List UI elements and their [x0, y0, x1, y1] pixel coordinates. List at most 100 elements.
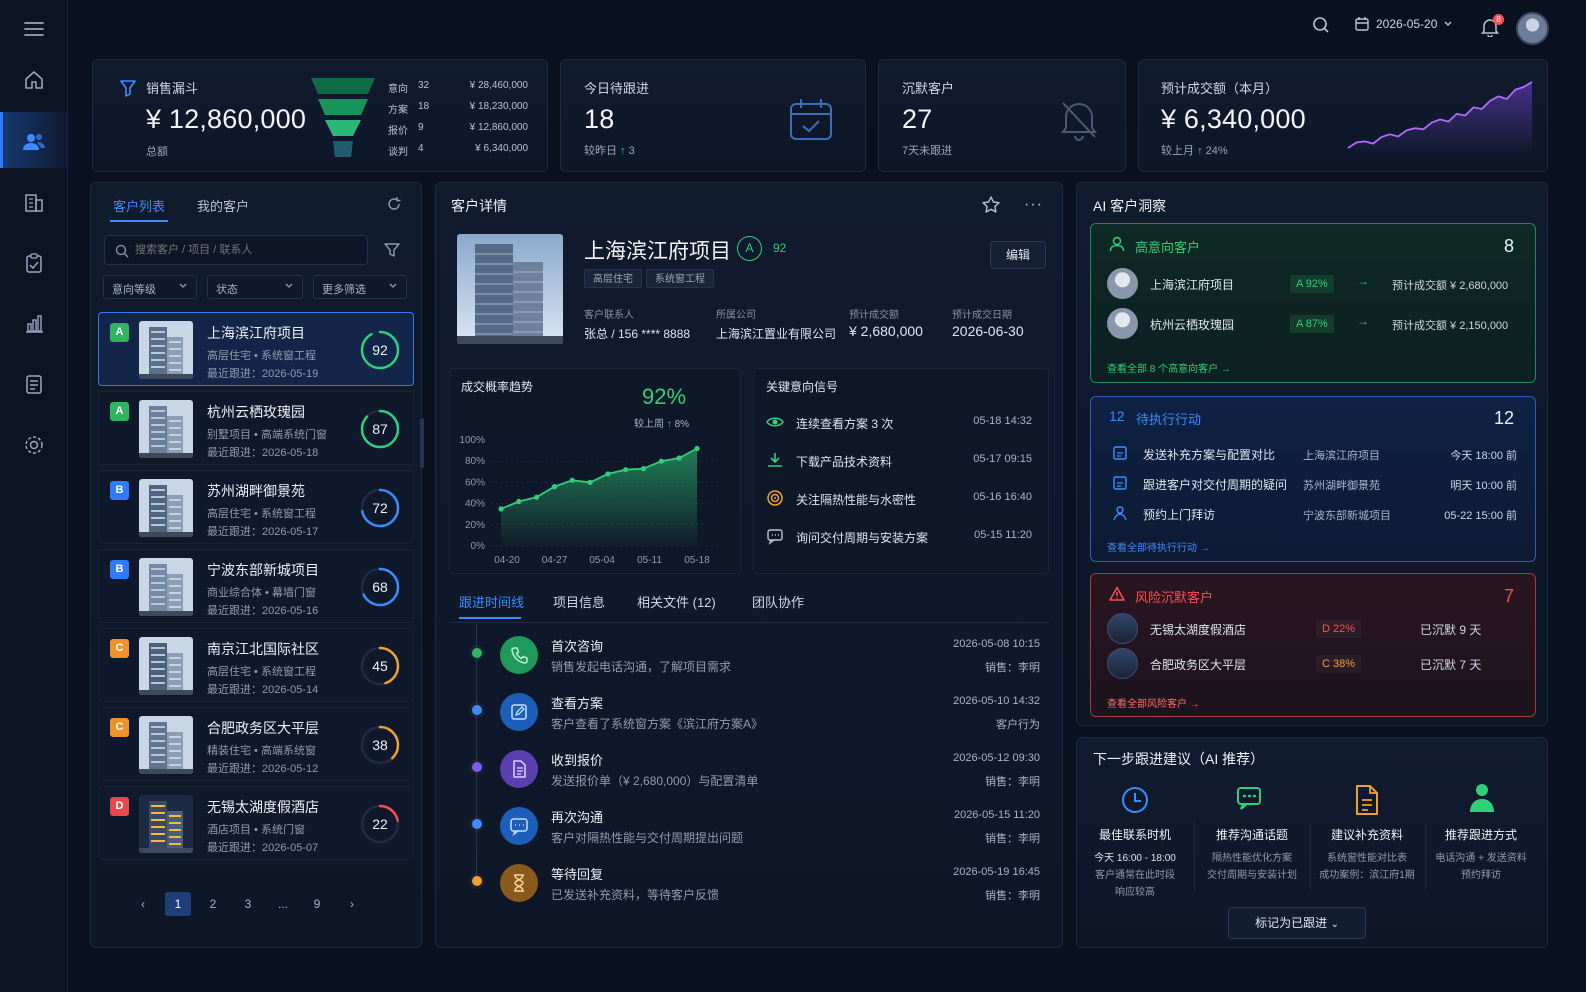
- suggestion-line: 系统窗性能对比表: [1327, 853, 1407, 864]
- list-scrollbar[interactable]: [420, 418, 424, 468]
- customer-row[interactable]: B 宁波东部新城项目 商业综合体 • 幕墙门窗 最近跟进：2026-05-16 68: [98, 549, 414, 623]
- bar-chart-icon[interactable]: [20, 310, 48, 338]
- actions-link[interactable]: 查看全部待执行行动 →: [1107, 539, 1210, 554]
- star-icon[interactable]: [981, 195, 1001, 215]
- today-title: 今日待跟进: [584, 81, 650, 96]
- pager-page[interactable]: 1: [165, 892, 191, 916]
- action-project: 上海滨江府项目: [1303, 450, 1380, 462]
- x-tick-label: 05-18: [684, 555, 710, 566]
- chat-icon: [510, 818, 528, 836]
- customer-row[interactable]: A 杭州云栖玫瑰园 别墅项目 • 高端系统门窗 最近跟进：2026-05-18 87: [98, 391, 414, 465]
- filter-more[interactable]: 更多筛选: [313, 275, 407, 299]
- stage-label: 方案: [388, 105, 408, 116]
- action-task[interactable]: 发送补充方案与配置对比: [1143, 446, 1275, 463]
- action-task[interactable]: 跟进客户对交付周期的疑问: [1143, 476, 1287, 493]
- customer-thumbnail: [1107, 648, 1138, 679]
- detail-tab[interactable]: 跟进时间线: [459, 592, 524, 611]
- timeline-item[interactable]: 首次咨询 销售发起电话沟通，了解项目需求 2026-05-08 10:15 销售：李明: [500, 632, 1040, 682]
- signal-item: 关注隔热性能与水密性 05-16 16:40: [766, 488, 1032, 508]
- building-icon[interactable]: [20, 189, 48, 217]
- settings-icon[interactable]: [20, 431, 48, 459]
- menu-icon[interactable]: [20, 15, 48, 43]
- timeline-item[interactable]: 再次沟通 客户对隔热性能与交付周期提出问题 2026-05-15 11:20 销售：李…: [500, 803, 1040, 853]
- forecast-title: 预计成交额（本月）: [1161, 81, 1279, 96]
- timeline-title: 查看方案: [551, 696, 604, 711]
- mark-followed-button[interactable]: 标记为已跟进 ⌄: [1228, 907, 1366, 939]
- signal-time: 05-15 11:20: [974, 529, 1032, 541]
- customer-grade-badge: A: [110, 402, 129, 421]
- tab-my-customers[interactable]: 我的客户: [197, 196, 249, 215]
- filter-intent-level[interactable]: 意向等级: [103, 275, 197, 299]
- timeline-item[interactable]: 收到报价 发送报价单（¥ 2,680,000）与配置清单 2026-05-12 09…: [500, 746, 1040, 796]
- customer-type: 酒店项目 • 系统门窗: [207, 824, 305, 836]
- customer-row[interactable]: D 无锡太湖度假酒店 酒店项目 • 系统门窗 最近跟进：2026-05-07 22: [98, 786, 414, 860]
- customer-last-followup: 最近跟进：2026-05-18: [207, 447, 319, 459]
- notification-bell-icon[interactable]: 8: [1480, 14, 1504, 37]
- pager-next[interactable]: ›: [339, 892, 365, 916]
- trend-point: [694, 445, 700, 452]
- risk-title: 风险沉默客户: [1135, 590, 1214, 605]
- funnel-stage-2: [325, 120, 361, 136]
- filter-icon[interactable]: [383, 241, 401, 259]
- more-options-icon[interactable]: ···: [1024, 196, 1043, 214]
- stage-amount: ¥ 6,340,000: [475, 143, 528, 154]
- trend-point: [534, 494, 540, 500]
- risk-link[interactable]: 查看全部风险客户 →: [1107, 695, 1200, 710]
- detail-tab[interactable]: 团队协作: [752, 592, 804, 611]
- detail-tab[interactable]: 项目信息: [553, 592, 605, 611]
- user-avatar[interactable]: [1516, 12, 1549, 45]
- current-date: 2026-05-20: [1376, 17, 1438, 31]
- timeline-item[interactable]: 查看方案 客户查看了系统窗方案《滨江府方案A》 2026-05-10 14:32 客户…: [500, 689, 1040, 739]
- tab-customer-list[interactable]: 客户列表: [113, 196, 165, 215]
- search-input[interactable]: [135, 242, 355, 258]
- high-intent-link[interactable]: 查看全部 8 个高意向客户 →: [1107, 360, 1231, 375]
- report-icon[interactable]: [20, 370, 48, 398]
- customer-thumbnail: [139, 558, 193, 616]
- action-deadline: 今天 18:00 前: [1450, 450, 1517, 462]
- pager-page[interactable]: 3: [235, 892, 261, 916]
- customer-name: 杭州云栖玫瑰园: [207, 404, 305, 420]
- pager-page[interactable]: 2: [200, 892, 226, 916]
- pager-prev[interactable]: ‹: [130, 892, 156, 916]
- trend-point: [676, 455, 682, 461]
- trend-compare: 较上周 ↑ 8%: [634, 419, 690, 430]
- timeline-item[interactable]: 等待回复 已发送补充资料，等待客户反馈 2026-05-19 16:45 销售：李明: [500, 860, 1040, 910]
- date-picker[interactable]: 2026-05-20: [1354, 16, 1453, 32]
- funnel-graphic: [311, 78, 375, 157]
- risk-count: 7: [1504, 586, 1515, 606]
- forecast-value: ¥ 6,340,000: [1161, 104, 1306, 134]
- customer-type: 高层住宅 • 系统窗工程: [207, 508, 316, 520]
- customer-row[interactable]: A 上海滨江府项目 高层住宅 • 系统窗工程 最近跟进：2026-05-19 92: [98, 312, 414, 386]
- refresh-icon[interactable]: [386, 196, 402, 212]
- customer-row[interactable]: C 合肥政务区大平层 精装住宅 • 高端系统窗 最近跟进：2026-05-12 38: [98, 707, 414, 781]
- chat-icon: [767, 529, 783, 545]
- action-task[interactable]: 预约上门拜访: [1143, 506, 1215, 523]
- timeline-actor: 销售：李明: [985, 776, 1040, 788]
- timeline-title: 等待回复: [551, 867, 604, 882]
- customer-last-followup: 最近跟进：2026-05-19: [207, 368, 319, 380]
- home-icon[interactable]: [20, 66, 48, 94]
- stage-count: 9: [418, 122, 424, 133]
- customer-search-box[interactable]: [104, 235, 368, 265]
- edit-button[interactable]: 编辑: [990, 241, 1046, 269]
- customer-score: 72: [372, 500, 388, 516]
- calendar-check-icon: [790, 99, 832, 140]
- high-intent-name: 杭州云栖玫瑰园: [1150, 318, 1235, 332]
- divider: [449, 622, 1049, 623]
- pager-page[interactable]: ...: [270, 892, 296, 916]
- suggestion-line: 响应较高: [1115, 887, 1155, 898]
- avatar: [1107, 268, 1138, 299]
- filter-status[interactable]: 状态: [207, 275, 303, 299]
- timeline-icon-circle: [500, 750, 538, 788]
- customer-row[interactable]: C 南京江北国际社区 高层住宅 • 系统窗工程 最近跟进：2026-05-14 45: [98, 628, 414, 702]
- customers-icon[interactable]: [20, 128, 48, 156]
- company-label: 所属公司: [716, 310, 756, 321]
- signal-item: 连续查看方案 3 次 05-18 14:32: [766, 412, 1032, 432]
- customer-type: 高层住宅 • 系统窗工程: [207, 666, 316, 678]
- high-intent-value: 预计成交额 ¥ 2,680,000: [1392, 280, 1509, 292]
- customer-row[interactable]: B 苏州湖畔御景苑 高层住宅 • 系统窗工程 最近跟进：2026-05-17 72: [98, 470, 414, 544]
- pager-page[interactable]: 9: [304, 892, 330, 916]
- search-icon[interactable]: [1312, 16, 1330, 34]
- detail-tab[interactable]: 相关文件 (12): [637, 592, 716, 611]
- clipboard-icon[interactable]: [20, 249, 48, 277]
